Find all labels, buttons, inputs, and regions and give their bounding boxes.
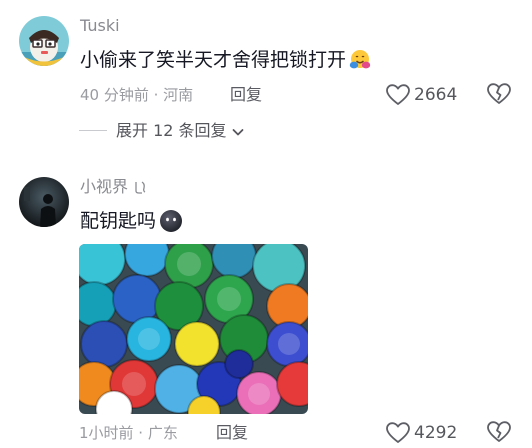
reply-button[interactable]: 回复 — [230, 85, 262, 105]
reply-button[interactable]: 回复 — [216, 423, 248, 443]
comment-text: 配钥匙吗 — [80, 210, 157, 232]
comment-image[interactable] — [79, 244, 308, 414]
avatar-xiaoshijie[interactable] — [19, 177, 69, 227]
avatar-tuski[interactable] — [19, 16, 69, 66]
hugging-face-emoji-icon — [348, 48, 372, 72]
like-button[interactable]: 4292 — [386, 420, 462, 446]
dislike-button[interactable] — [487, 83, 513, 107]
comment-time-location: 40 分钟前 · 河南 — [80, 86, 194, 104]
comment-body: 配钥匙吗 — [80, 208, 184, 234]
comment-time-location: 1小时前 · 广东 — [79, 424, 178, 442]
heart-outline-icon — [386, 84, 410, 106]
comment-username[interactable]: Tuski — [80, 16, 120, 36]
broken-heart-icon — [487, 421, 511, 443]
expand-replies-label: 展开 12 条回复 — [116, 121, 227, 140]
like-count: 2664 — [414, 85, 458, 105]
dark-face-emoji-icon — [158, 208, 184, 234]
comment-body: 小偷来了笑半天才舍得把锁打开 — [80, 47, 372, 73]
username-text: 小视界 — [80, 177, 129, 196]
badge-icon — [131, 178, 149, 196]
chevron-down-icon — [231, 124, 245, 138]
expand-replies-button[interactable]: 展开 12 条回复 — [116, 121, 245, 141]
replies-divider — [79, 130, 107, 131]
comment-text: 小偷来了笑半天才舍得把锁打开 — [80, 49, 347, 71]
like-count: 4292 — [414, 423, 458, 443]
broken-heart-icon — [487, 83, 511, 105]
like-button[interactable]: 2664 — [386, 82, 462, 108]
comment-username[interactable]: 小视界 — [80, 177, 149, 197]
heart-outline-icon — [386, 422, 410, 444]
dislike-button[interactable] — [487, 421, 513, 445]
